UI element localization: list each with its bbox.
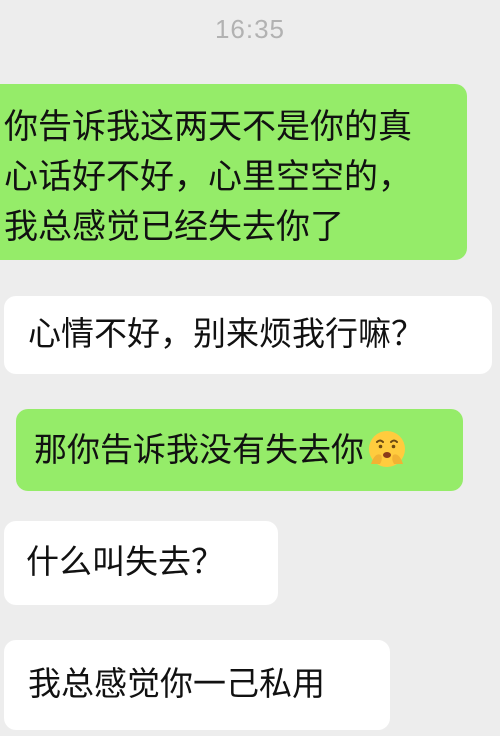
received-message-bubble[interactable]: 我总感觉你一己私用 [4, 640, 390, 730]
sent-message-bubble[interactable]: 你告诉我这两天不是你的真 心话好不好，心里空空的， 我总感觉已经失去你了 [0, 84, 467, 260]
message-text: 心情不好，别来烦我行嘛？ [28, 314, 424, 353]
message-text-line: 我总感觉已经失去你了 [4, 207, 344, 247]
anxious-face-with-hands-icon [366, 428, 408, 470]
message-text-line: 心话好不好，心里空空的， [4, 157, 412, 197]
message-text: 那你告诉我没有失去你 [34, 430, 364, 469]
received-message-bubble[interactable]: 心情不好，别来烦我行嘛？ [4, 296, 492, 374]
sent-message-bubble[interactable]: 那你告诉我没有失去你 [16, 409, 463, 491]
message-text-line: 你告诉我这两天不是你的真 [4, 107, 412, 147]
received-message-bubble[interactable]: 什么叫失去？ [4, 521, 278, 605]
message-timestamp: 16:35 [214, 14, 286, 44]
message-text: 我总感觉你一己私用 [28, 664, 325, 703]
message-text: 什么叫失去？ [26, 542, 224, 581]
